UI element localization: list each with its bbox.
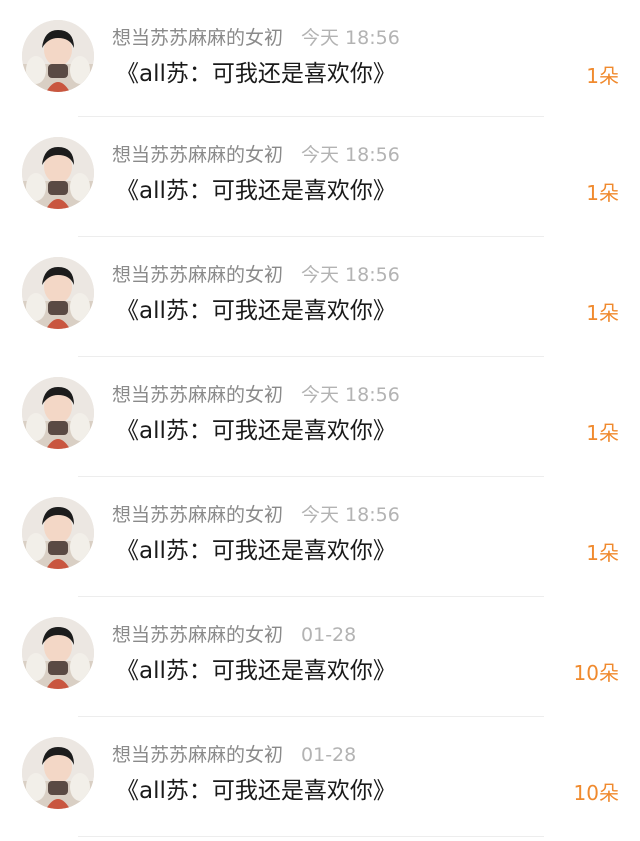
flower-count: 10朵 <box>573 781 619 805</box>
item-meta: 想当苏苏麻麻的女初 今天 18:56 <box>112 382 400 408</box>
avatar[interactable] <box>22 20 94 92</box>
user-name[interactable]: 想当苏苏麻麻的女初 <box>112 504 283 526</box>
user-name[interactable]: 想当苏苏麻麻的女初 <box>112 27 283 49</box>
message-text: 《all苏：可我还是喜欢你》 <box>116 538 396 564</box>
user-name[interactable]: 想当苏苏麻麻的女初 <box>112 264 283 286</box>
flower-count: 1朵 <box>586 64 619 88</box>
message-text: 《all苏：可我还是喜欢你》 <box>116 298 396 324</box>
item-meta: 想当苏苏麻麻的女初 今天 18:56 <box>112 142 400 168</box>
divider <box>78 836 544 837</box>
message-text: 《all苏：可我还是喜欢你》 <box>116 418 396 444</box>
item-meta: 想当苏苏麻麻的女初 今天 18:56 <box>112 25 400 51</box>
user-name[interactable]: 想当苏苏麻麻的女初 <box>112 384 283 406</box>
item-meta: 想当苏苏麻麻的女初 01-28 <box>112 742 356 768</box>
avatar[interactable] <box>22 137 94 209</box>
flower-count: 1朵 <box>586 421 619 445</box>
avatar-image <box>22 377 94 449</box>
user-name[interactable]: 想当苏苏麻麻的女初 <box>112 624 283 646</box>
avatar-image <box>22 137 94 209</box>
timestamp: 01-28 <box>301 744 357 766</box>
avatar[interactable] <box>22 617 94 689</box>
timestamp: 今天 18:56 <box>301 27 400 49</box>
avatar-image <box>22 257 94 329</box>
flower-count: 1朵 <box>586 541 619 565</box>
avatar-image <box>22 737 94 809</box>
avatar-image <box>22 497 94 569</box>
user-name[interactable]: 想当苏苏麻麻的女初 <box>112 744 283 766</box>
list-item[interactable]: 想当苏苏麻麻的女初 今天 18:56 《all苏：可我还是喜欢你》 1朵 <box>0 0 640 117</box>
list-item[interactable]: 想当苏苏麻麻的女初 今天 18:56 《all苏：可我还是喜欢你》 1朵 <box>0 117 640 237</box>
timestamp: 今天 18:56 <box>301 264 400 286</box>
item-meta: 想当苏苏麻麻的女初 今天 18:56 <box>112 262 400 288</box>
avatar-image <box>22 20 94 92</box>
list-item[interactable]: 想当苏苏麻麻的女初 01-28 《all苏：可我还是喜欢你》 10朵 <box>0 717 640 837</box>
flower-count: 1朵 <box>586 181 619 205</box>
timestamp: 01-28 <box>301 624 357 646</box>
list-item[interactable]: 想当苏苏麻麻的女初 今天 18:56 《all苏：可我还是喜欢你》 1朵 <box>0 477 640 597</box>
avatar-image <box>22 617 94 689</box>
flower-count: 1朵 <box>586 301 619 325</box>
avatar[interactable] <box>22 497 94 569</box>
avatar[interactable] <box>22 257 94 329</box>
timestamp: 今天 18:56 <box>301 384 400 406</box>
list-item[interactable]: 想当苏苏麻麻的女初 01-28 《all苏：可我还是喜欢你》 10朵 <box>0 597 640 717</box>
avatar[interactable] <box>22 377 94 449</box>
item-meta: 想当苏苏麻麻的女初 今天 18:56 <box>112 502 400 528</box>
gift-record-list: 想当苏苏麻麻的女初 今天 18:56 《all苏：可我还是喜欢你》 1朵 想当苏苏… <box>0 0 640 841</box>
item-meta: 想当苏苏麻麻的女初 01-28 <box>112 622 356 648</box>
flower-count: 10朵 <box>573 661 619 685</box>
message-text: 《all苏：可我还是喜欢你》 <box>116 778 396 804</box>
list-item[interactable]: 想当苏苏麻麻的女初 今天 18:56 《all苏：可我还是喜欢你》 1朵 <box>0 237 640 357</box>
avatar[interactable] <box>22 737 94 809</box>
user-name[interactable]: 想当苏苏麻麻的女初 <box>112 144 283 166</box>
message-text: 《all苏：可我还是喜欢你》 <box>116 61 396 87</box>
timestamp: 今天 18:56 <box>301 504 400 526</box>
timestamp: 今天 18:56 <box>301 144 400 166</box>
list-item[interactable]: 想当苏苏麻麻的女初 今天 18:56 《all苏：可我还是喜欢你》 1朵 <box>0 357 640 477</box>
message-text: 《all苏：可我还是喜欢你》 <box>116 178 396 204</box>
message-text: 《all苏：可我还是喜欢你》 <box>116 658 396 684</box>
